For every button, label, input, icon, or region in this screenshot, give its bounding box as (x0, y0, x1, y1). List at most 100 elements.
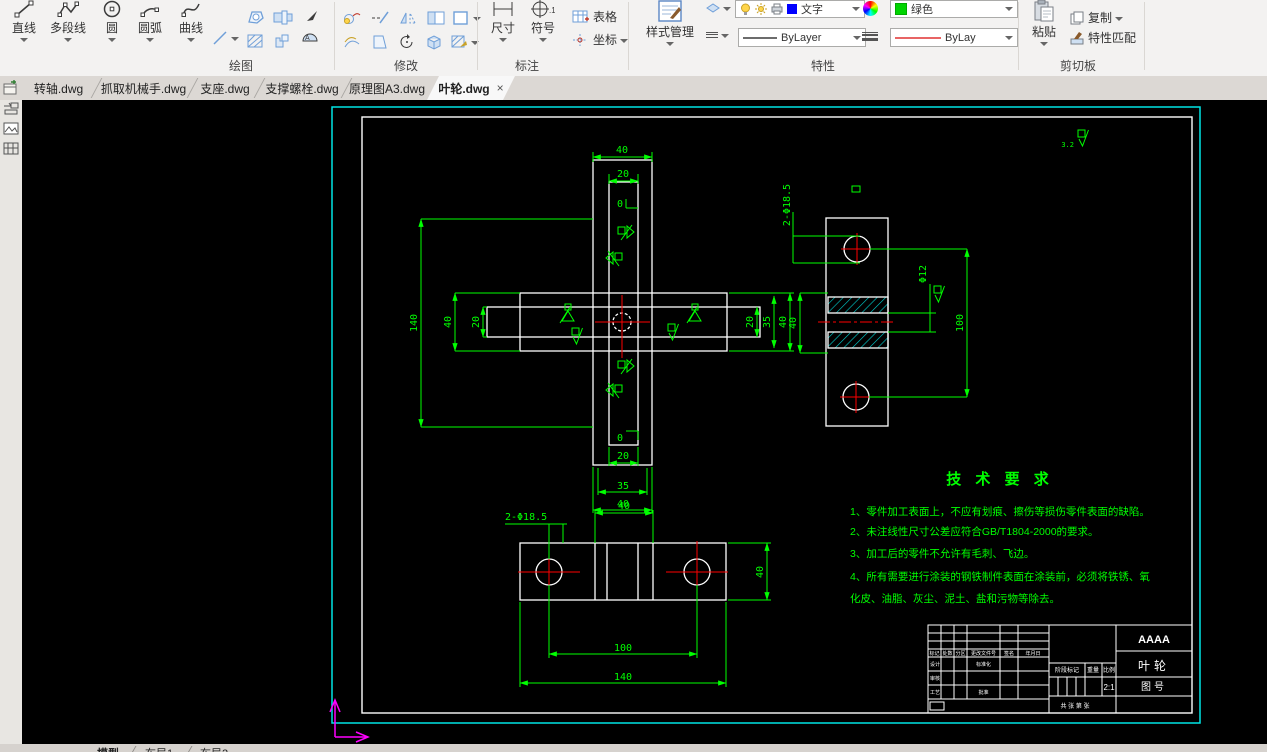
transparency-button[interactable] (706, 30, 729, 39)
linetype-select[interactable]: ByLayer (738, 28, 866, 47)
region-button[interactable] (246, 8, 266, 26)
sun-icon (755, 3, 767, 15)
titleblock-approve: 批准 (978, 689, 988, 696)
layer-select[interactable]: 文字 (735, 0, 865, 18)
style-manager-button[interactable]: 样式管理 (640, 0, 700, 46)
draw-group-label: 绘图 (229, 59, 254, 73)
polyline-button[interactable]: 多段线 (42, 0, 94, 42)
offset-button[interactable] (342, 33, 362, 51)
style-manager-label: 样式管理 (645, 25, 694, 39)
stretch-button[interactable] (426, 9, 446, 27)
palette-pin-icon[interactable] (3, 102, 19, 120)
titleblock-scale-value: 2:1 (1103, 683, 1115, 692)
roughness-icon (933, 285, 945, 303)
construction-line-button[interactable] (212, 30, 239, 46)
block-button[interactable] (272, 8, 294, 26)
drawing-canvas[interactable]: 40 20 0 140 40 20 20 35 40 20 0 35 40 2-… (22, 100, 1267, 744)
circle-button[interactable]: 圆 (96, 0, 128, 42)
layer-color-swatch (787, 4, 797, 14)
group-divider (628, 2, 629, 70)
layer-name: 文字 (801, 4, 823, 16)
file-tab-zhichengluoshuan[interactable]: 支撑螺栓.dwg (260, 76, 344, 100)
arc-button[interactable]: 圆弧 (130, 0, 170, 42)
move-icon (344, 13, 361, 24)
hatch-button[interactable] (246, 32, 266, 50)
titleblock-stage-label: 阶段标记 (1055, 666, 1079, 674)
new-drawing-icon[interactable] (3, 80, 20, 100)
chamfer-icon (373, 35, 387, 49)
group-button[interactable] (272, 32, 292, 50)
move-button[interactable] (342, 9, 362, 27)
dim-datum-top: 0 (617, 199, 623, 210)
dim-bottom-mid: 35 (617, 481, 629, 492)
hatch-edit-button[interactable] (450, 33, 479, 51)
dimension-button[interactable]: 尺寸 (486, 0, 520, 42)
coordinate-label: 坐标 (593, 33, 618, 47)
dim-side-slot: Φ12 (918, 265, 929, 283)
polyline-icon (57, 1, 79, 17)
erase-button[interactable] (370, 9, 390, 27)
mirror-button[interactable] (398, 9, 418, 27)
file-tab-yelun-active[interactable]: 叶轮.dwg × (427, 76, 515, 100)
file-tab-zhuanzhou[interactable]: 转轴.dwg (23, 76, 94, 100)
circle-icon (103, 0, 121, 18)
modify-group-label: 修改 (394, 59, 419, 73)
layer-tools-button[interactable] (706, 2, 731, 14)
chevron-down-icon (146, 38, 154, 42)
copy-button[interactable]: 复制 (1070, 9, 1124, 26)
lineweight-button[interactable] (862, 30, 878, 42)
spline-button[interactable]: 曲线 (172, 0, 210, 42)
coordinate-button[interactable]: 坐标 (572, 31, 629, 48)
layout-tab-2[interactable]: 布局2 (200, 745, 228, 752)
left-palette-strip (0, 100, 22, 744)
pointer-button[interactable] (304, 8, 320, 24)
color-wheel-icon[interactable] (863, 1, 878, 16)
layout-tab-1[interactable]: 布局1 (145, 745, 173, 752)
stretch-icon (427, 11, 445, 25)
dim-left-arm-inner: 20 (471, 316, 482, 328)
match-properties-button[interactable]: 特性匹配 (1070, 29, 1136, 46)
properties-group-label: 特性 (811, 59, 836, 73)
titleblock-h-file: 更改文件号 (971, 650, 996, 657)
dim-side-holes: 2-Φ18.5 (782, 184, 793, 226)
titleblock-scale-label: 比例 (1103, 666, 1115, 674)
dim-plate-width: 140 (614, 672, 632, 683)
chevron-down-icon (1115, 16, 1124, 21)
palette-grid-icon[interactable] (3, 142, 19, 160)
line-button[interactable]: 直线 (6, 0, 42, 42)
dim-plate-top: 40 (618, 501, 630, 512)
file-tab-yuanlitu-a3[interactable]: 原理图A3.dwg (347, 76, 427, 100)
3d-box-button[interactable] (424, 33, 444, 51)
chevron-down-icon (1005, 7, 1013, 11)
wipeout-icon: A (302, 33, 318, 42)
linetype2-preview (895, 36, 941, 39)
mirror-icon (400, 12, 416, 24)
palette-image-icon[interactable] (3, 122, 19, 140)
style-manager-icon (658, 0, 682, 22)
close-icon[interactable]: × (497, 81, 504, 95)
linetype2-select[interactable]: ByLay (890, 28, 1018, 47)
roughness-icon-general (1077, 129, 1089, 147)
lineweight-icon (862, 30, 878, 42)
color-select[interactable]: 绿色 (890, 0, 1018, 18)
wipeout-button[interactable]: A (300, 32, 320, 50)
color-swatch-green (895, 3, 907, 15)
rotate-icon (400, 34, 413, 48)
file-tab-zhizuo[interactable]: 支座.dwg (193, 76, 257, 100)
chamfer-button[interactable] (370, 33, 390, 51)
side-part-centerlines (818, 233, 896, 413)
tech-line-3: 3、加工后的零件不允许有毛刺、飞边。 (850, 547, 1034, 560)
file-tab-zhuaqujixieshou[interactable]: 抓取机械手.dwg (97, 76, 190, 100)
titleblock-h-mark: 标记 (929, 650, 939, 657)
dim-top-inner: 20 (617, 169, 629, 180)
symbol-label: 符号 (530, 21, 555, 35)
paste-button[interactable]: 粘贴 (1026, 0, 1062, 46)
offset-icon (344, 37, 360, 48)
tech-line-2: 2、未注线性尺寸公差应符合GB/T1804-2000的要求。 (850, 525, 1099, 538)
table-button[interactable]: 表格 (572, 8, 617, 25)
layout-tab-model[interactable]: 模型 (97, 745, 119, 752)
cursor-arrow-icon (307, 11, 317, 21)
rotate-button[interactable] (398, 33, 416, 51)
titleblock-design: 设计 (930, 661, 940, 668)
symbol-button[interactable]: .1 符号 (526, 0, 560, 42)
